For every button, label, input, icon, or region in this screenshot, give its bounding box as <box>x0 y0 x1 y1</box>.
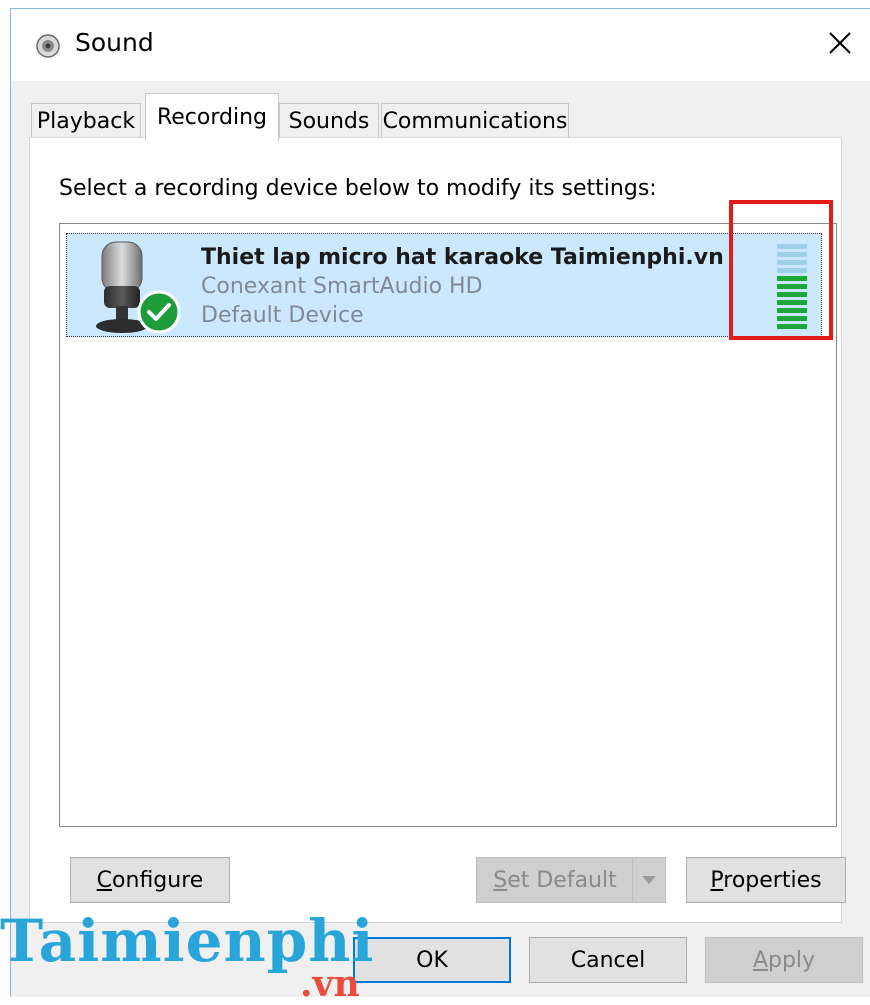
configure-label: Configure <box>97 868 204 893</box>
cancel-button[interactable]: Cancel <box>529 937 687 983</box>
ok-button[interactable]: OK <box>353 937 511 983</box>
apply-button[interactable]: Apply <box>705 937 863 983</box>
set-default-dropdown[interactable] <box>632 858 665 902</box>
label-rest: onfigure <box>112 867 204 893</box>
chevron-down-icon <box>642 876 656 884</box>
level-bar-active <box>777 324 807 329</box>
set-default-button[interactable]: Set Default <box>476 857 666 903</box>
accel-key: C <box>96 867 113 893</box>
properties-button[interactable]: Properties <box>686 857 846 903</box>
level-bar-inactive <box>777 252 807 257</box>
level-bar-active <box>777 284 807 289</box>
tab-recording[interactable]: Recording <box>145 93 279 141</box>
set-default-label: Set Default <box>493 868 617 893</box>
speaker-icon <box>36 34 60 58</box>
device-list[interactable]: Thiet lap micro hat karaoke Taimienphi.v… <box>59 223 837 827</box>
level-bar-inactive <box>777 260 807 265</box>
window-title: Sound <box>75 28 154 57</box>
tab-bar: Playback Recording Sounds Communications <box>11 93 870 141</box>
level-bar-active <box>777 300 807 305</box>
tab-label: Sounds <box>288 109 370 134</box>
configure-button[interactable]: Configure <box>70 857 230 903</box>
label-rest: pply <box>768 947 816 973</box>
apply-label: Apply <box>753 948 815 973</box>
tab-playback[interactable]: Playback <box>31 103 141 139</box>
tab-label: Communications <box>382 109 568 134</box>
level-meter <box>777 244 807 329</box>
accel-key: S <box>493 867 508 893</box>
sound-dialog: Sound Playback Recording Sounds Communic… <box>10 8 870 997</box>
accel-key: P <box>710 867 724 893</box>
title-bar: Sound <box>11 9 870 81</box>
device-status: Default Device <box>201 303 364 328</box>
level-bar-active <box>777 316 807 321</box>
instruction-text: Select a recording device below to modif… <box>59 176 657 201</box>
device-driver: Conexant SmartAudio HD <box>201 274 483 299</box>
label-rest: et Default <box>507 867 617 893</box>
close-button[interactable] <box>810 9 870 77</box>
tab-sounds[interactable]: Sounds <box>279 103 379 139</box>
watermark-logo: Taimienphi <box>0 907 375 975</box>
checkmark-icon <box>137 290 181 334</box>
tab-communications[interactable]: Communications <box>381 103 569 139</box>
cancel-label: Cancel <box>570 947 646 973</box>
tab-label: Recording <box>156 105 268 130</box>
accel-key: A <box>752 947 768 973</box>
properties-label: Properties <box>710 868 821 893</box>
tab-label: Playback <box>36 109 136 134</box>
device-item[interactable]: Thiet lap micro hat karaoke Taimienphi.v… <box>66 233 822 337</box>
close-icon <box>829 32 851 54</box>
label-rest: roperties <box>723 867 822 893</box>
device-name: Thiet lap micro hat karaoke Taimienphi.v… <box>201 245 724 270</box>
level-bar-active <box>777 292 807 297</box>
recording-panel: Select a recording device below to modif… <box>29 137 846 923</box>
level-bar-active <box>777 276 807 281</box>
ok-label: OK <box>416 947 448 973</box>
level-bar-inactive <box>777 244 807 249</box>
level-bar-inactive <box>777 268 807 273</box>
level-bar-active <box>777 308 807 313</box>
